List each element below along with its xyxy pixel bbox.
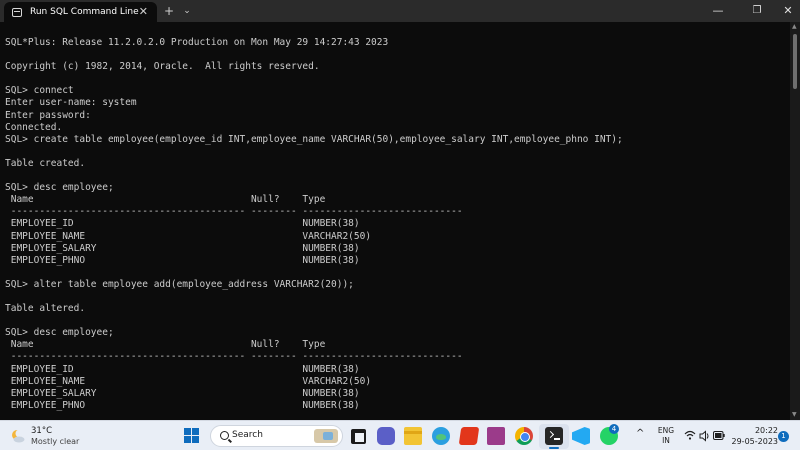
terminal-output[interactable]: SQL*Plus: Release 11.2.0.2.0 Production …: [0, 22, 790, 420]
maximize-button[interactable]: ❐: [745, 3, 769, 19]
terminal-line: Connected.: [5, 121, 63, 133]
terminal-line: EMPLOYEE_SALARY NUMBER(38): [5, 242, 360, 254]
meet-icon[interactable]: [377, 427, 395, 445]
terminal-line: EMPLOYEE_PHNO NUMBER(38): [5, 399, 360, 411]
region-code: IN: [662, 436, 670, 445]
terminal-line: ----------------------------------------…: [5, 206, 463, 218]
vertical-scrollbar[interactable]: ▲ ▼: [790, 22, 800, 420]
terminal-line: SQL> desc employee;: [5, 327, 114, 339]
office-icon[interactable]: [458, 427, 480, 445]
taskbar: 31°C Mostly clear Search 4 ^ ENG IN 20:2…: [0, 420, 800, 450]
weather-temperature: 31°C: [31, 426, 53, 436]
console-icon: [12, 7, 22, 17]
weather-condition: Mostly clear: [31, 437, 80, 446]
task-view-icon[interactable]: [351, 429, 366, 444]
show-hidden-icons-chevron-icon[interactable]: ^: [636, 428, 644, 439]
wifi-icon: [684, 430, 696, 440]
terminal-line: Enter password:: [5, 109, 91, 121]
terminal-line: Name Null? Type: [5, 339, 326, 351]
search-label: Search: [232, 430, 263, 440]
terminal-line: Name Null? Type: [5, 194, 326, 206]
terminal-line: SQL> create table employee(employee_id I…: [5, 133, 623, 145]
language-indicator[interactable]: ENG IN: [656, 426, 676, 446]
terminal-line: SQL> connect: [5, 85, 74, 97]
terminal-line: SQL*Plus: Release 11.2.0.2.0 Production …: [5, 37, 389, 48]
terminal-line: EMPLOYEE_SALARY NUMBER(38): [5, 387, 360, 399]
search-icon: [220, 431, 229, 440]
active-app-indicator: [549, 447, 559, 449]
whatsapp-badge: 4: [609, 424, 619, 434]
quick-settings[interactable]: [684, 429, 725, 443]
notification-badge[interactable]: 1: [778, 431, 789, 442]
terminal-line: SQL> desc employee;: [5, 182, 114, 194]
terminal-line: Table altered.: [5, 303, 86, 315]
start-button[interactable]: [184, 428, 199, 443]
language-code: ENG: [657, 426, 675, 435]
moon-cloud-icon: [12, 429, 25, 443]
volume-icon: [699, 430, 709, 442]
terminal-line: ----------------------------------------…: [5, 351, 463, 363]
winrar-icon[interactable]: [487, 427, 505, 445]
chrome-icon[interactable]: [515, 427, 533, 445]
search-highlight-icon: [314, 429, 338, 443]
tab-run-sql-command-line[interactable]: Run SQL Command Line ✕: [4, 2, 157, 22]
terminal-text: SQL*Plus: Release 11.2.0.2.0 Production …: [5, 37, 623, 412]
tab-title: Run SQL Command Line: [30, 7, 139, 17]
terminal-line: EMPLOYEE_ID NUMBER(38): [5, 218, 360, 230]
new-tab-button[interactable]: +: [162, 3, 176, 19]
scroll-up-icon[interactable]: ▲: [792, 24, 797, 30]
taskbar-search[interactable]: Search: [210, 425, 343, 447]
terminal-line: Table created.: [5, 157, 86, 169]
title-bar: Run SQL Command Line ✕ + ⌄ — ❐ ✕: [0, 0, 800, 22]
close-button[interactable]: ✕: [776, 3, 800, 19]
file-explorer-icon[interactable]: [404, 427, 422, 445]
weather-widget[interactable]: 31°C Mostly clear: [10, 425, 100, 447]
terminal-line: Copyright (c) 1982, 2014, Oracle. All ri…: [5, 61, 320, 73]
terminal-line: Enter user-name: system: [5, 97, 137, 109]
terminal-line: SQL> alter table employee add(employee_a…: [5, 278, 354, 290]
minimize-button[interactable]: —: [706, 3, 730, 19]
system-clock[interactable]: 20:22 29-05-2023: [728, 425, 779, 447]
tab-dropdown-button[interactable]: ⌄: [181, 3, 193, 19]
tab-close-button[interactable]: ✕: [139, 5, 148, 19]
scroll-down-icon[interactable]: ▼: [792, 412, 797, 418]
terminal-line: EMPLOYEE_NAME VARCHAR2(50): [5, 230, 372, 242]
clock-date: 29-05-2023: [731, 437, 779, 446]
terminal-icon[interactable]: [545, 427, 563, 445]
clock-time: 20:22: [754, 426, 778, 435]
terminal-line: EMPLOYEE_PHNO NUMBER(38): [5, 254, 360, 266]
terminal-line: EMPLOYEE_NAME VARCHAR2(50): [5, 375, 372, 387]
terminal-line: EMPLOYEE_ID NUMBER(38): [5, 363, 360, 375]
scrollbar-thumb[interactable]: [793, 34, 797, 89]
battery-icon: [713, 431, 725, 440]
edge-browser-icon[interactable]: [432, 427, 450, 445]
vscode-icon[interactable]: [572, 427, 590, 445]
